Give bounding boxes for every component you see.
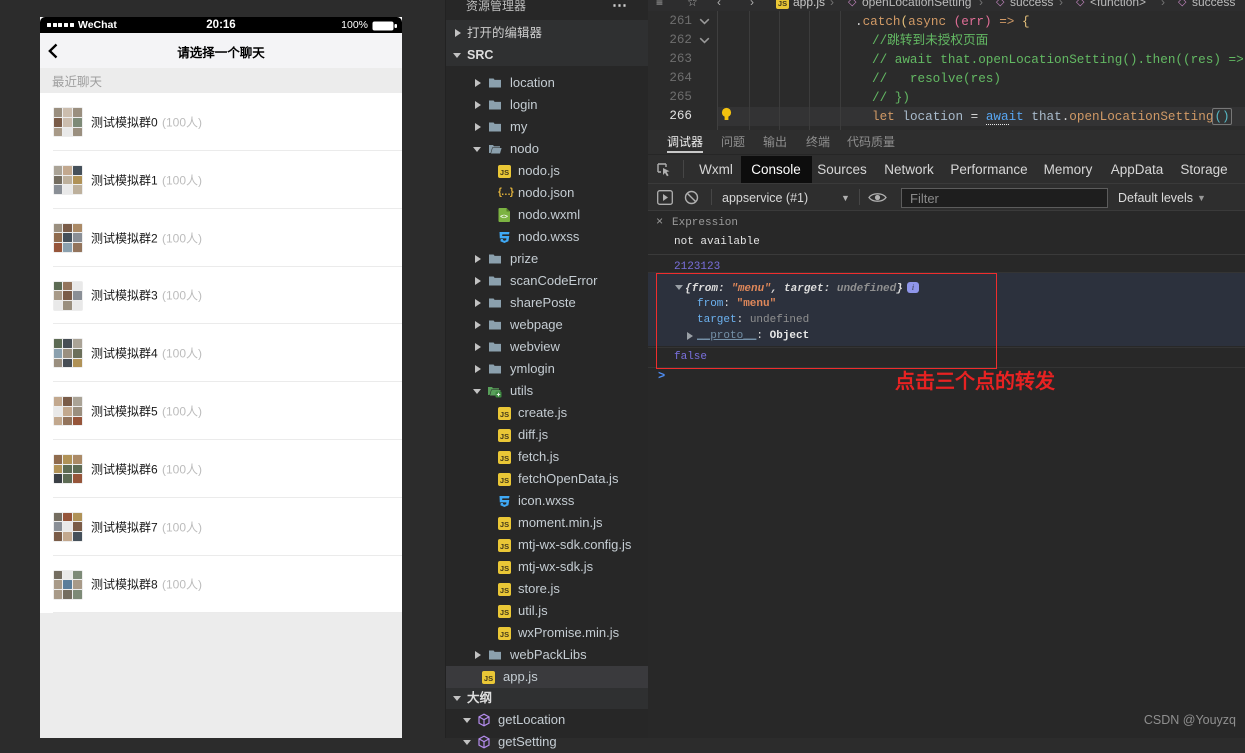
svg-text:<>: <> xyxy=(500,214,508,221)
